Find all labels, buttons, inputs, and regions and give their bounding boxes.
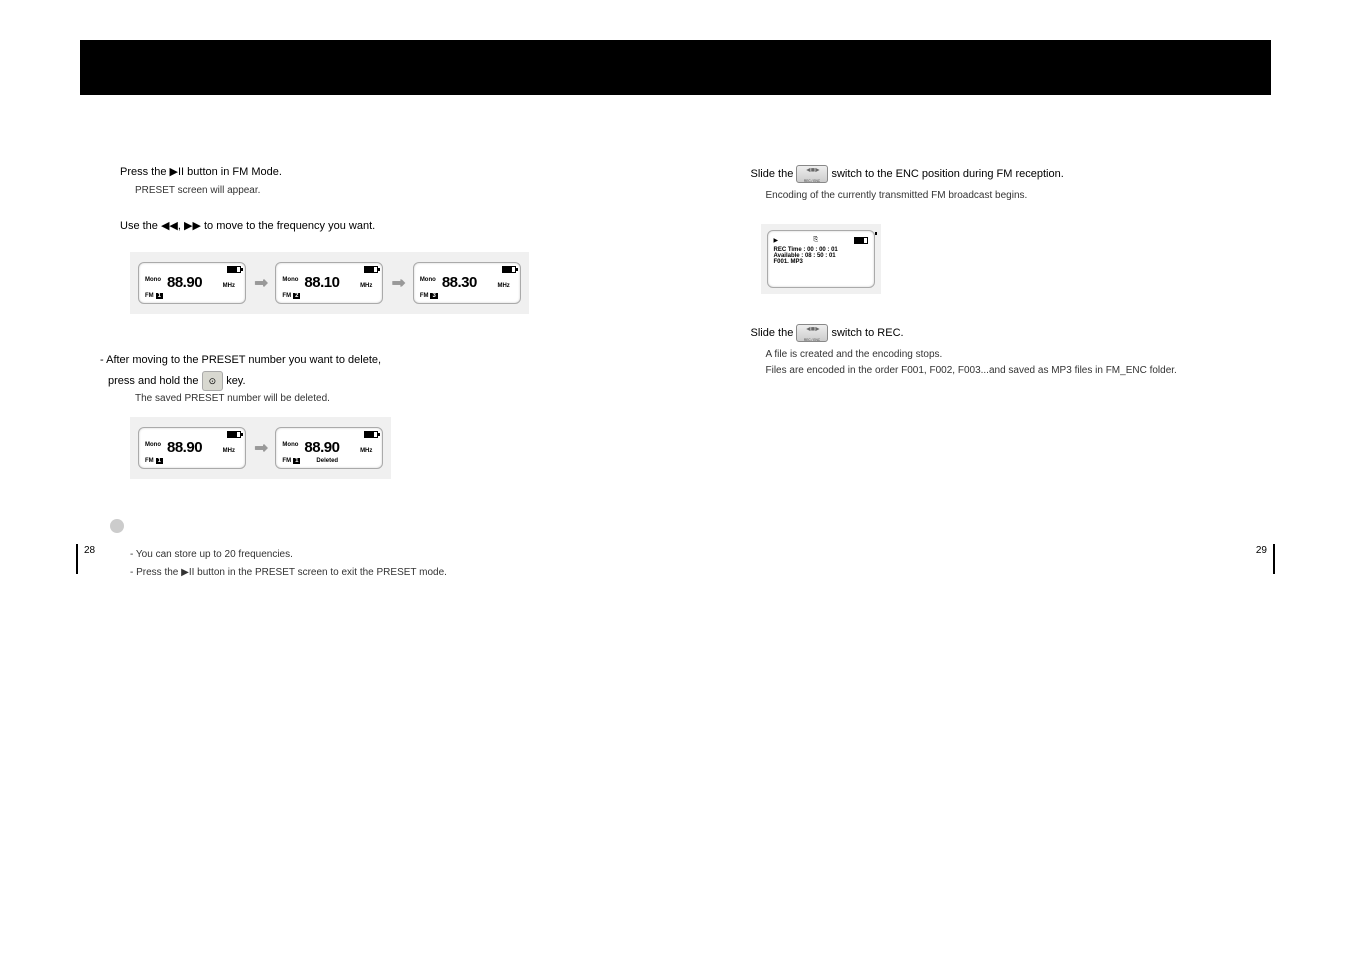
right-step-1-text: Slide the switch to the ENC position dur… (751, 165, 1272, 183)
lcd-frequency: 88.90 (167, 439, 202, 456)
lcd-mode: Mono (420, 277, 436, 283)
play-icon: ▶ (774, 237, 779, 244)
lcd-unit: MHz (360, 448, 372, 454)
right-step-2-text: Slide the switch to REC. (751, 324, 1272, 342)
lcd-frequency: 88.10 (304, 274, 339, 291)
lcd-rec-screen: ▶ ⎘ REC Time : 00 : 00 : 01 Available : … (767, 230, 875, 288)
arrow-right-icon: ➡ (254, 438, 267, 458)
lcd-mode: Mono (145, 277, 161, 283)
lcd-unit: MHz (223, 283, 235, 289)
delete-sub: The saved PRESET number will be deleted. (135, 391, 641, 407)
note-bullet-icon (110, 519, 124, 533)
lcd-deleted-text: Deleted (316, 458, 338, 464)
rec-enc-switch-icon (796, 165, 828, 183)
note-2: - Press the ▶II button in the PRESET scr… (130, 564, 641, 582)
battery-icon (364, 431, 378, 438)
right-step-2-sub1: A file is created and the encoding stops… (766, 347, 1272, 363)
right-step-1: Slide the switch to the ENC position dur… (711, 165, 1272, 204)
battery-icon (227, 266, 241, 273)
lcd-frequency: 88.90 (167, 274, 202, 291)
lcd-fm-preset: FM2 (282, 293, 300, 299)
right-step-2: Slide the switch to REC. A file is creat… (711, 324, 1272, 379)
lcd-unit: MHz (223, 448, 235, 454)
right-step-1-sub: Encoding of the currently transmitted FM… (766, 188, 1272, 204)
r-step2-b: switch to REC. (831, 327, 903, 339)
lcd-mode: Mono (282, 442, 298, 448)
page-number-right: 29 (1256, 544, 1275, 574)
two-column-layout: Press the ▶II button in FM Mode. PRESET … (80, 95, 1271, 582)
step-2-text: Use the ◀◀, ▶▶ to move to the frequency … (120, 219, 641, 232)
lcd-fm-preset: FM1 (145, 458, 163, 464)
note-1: - You can store up to 20 frequencies. (130, 546, 641, 564)
right-column: Slide the switch to the ENC position dur… (711, 165, 1272, 582)
lcd-frequency: 88.90 (304, 439, 339, 456)
preset-screens-row-1: Mono 88.90 MHz FM1 ➡ Mono 88.10 MHz FM2 … (130, 252, 529, 314)
battery-icon (364, 266, 378, 273)
step-2: Use the ◀◀, ▶▶ to move to the frequency … (80, 219, 641, 232)
lcd-screen: Mono 88.90 MHz FM1 (138, 427, 246, 469)
step-1-text: Press the ▶II button in FM Mode. (120, 165, 641, 178)
lcd-mode: Mono (145, 442, 161, 448)
lcd-screen: Mono 88.90 MHz FM1 (138, 262, 246, 304)
lcd-fm-preset: FM3 (420, 293, 438, 299)
step-1-sub: PRESET screen will appear. (135, 183, 641, 199)
lcd-screen: Mono 88.90 MHz FM1 Deleted (275, 427, 383, 469)
lcd-fm-preset: FM1 (145, 293, 163, 299)
lcd-screen: Mono 88.10 MHz FM2 (275, 262, 383, 304)
lcd-unit: MHz (497, 283, 509, 289)
battery-icon (502, 266, 516, 273)
page-content: Press the ▶II button in FM Mode. PRESET … (80, 40, 1271, 584)
arrow-right-icon: ➡ (391, 273, 404, 293)
delete-text-a: press and hold the (108, 375, 199, 387)
lcd-screen: Mono 88.30 MHz FM3 (413, 262, 521, 304)
r-step2-a: Slide the (751, 327, 794, 339)
lcd-unit: MHz (360, 283, 372, 289)
encoding-icon: ⎘ (813, 237, 818, 244)
battery-icon (227, 431, 241, 438)
lcd-fm-preset: FM1 (282, 458, 300, 464)
lcd-top-bar: ▶ ⎘ (774, 237, 868, 244)
delete-instruction-line1: - After moving to the PRESET number you … (100, 354, 641, 366)
lcd-mode: Mono (282, 277, 298, 283)
preset-screens-row-2: Mono 88.90 MHz FM1 ➡ Mono 88.90 MHz FM1 … (130, 417, 391, 479)
step-1: Press the ▶II button in FM Mode. PRESET … (80, 165, 641, 199)
rec-screen-row: ▶ ⎘ REC Time : 00 : 00 : 01 Available : … (761, 224, 881, 294)
delete-text-b: key. (226, 375, 245, 387)
battery-icon (854, 237, 868, 244)
rec-enc-switch-icon (796, 324, 828, 342)
home-key-icon: ⊙ (202, 371, 224, 391)
right-step-2-sub2: Files are encoded in the order F001, F00… (766, 363, 1272, 379)
page-number-left: 28 (76, 544, 95, 574)
r-step1-a: Slide the (751, 168, 794, 180)
delete-instruction-line2: press and hold the ⊙ key. (108, 371, 641, 391)
r-step1-b: switch to the ENC position during FM rec… (831, 168, 1063, 180)
header-band (80, 40, 1271, 95)
lcd-frequency: 88.30 (442, 274, 477, 291)
arrow-right-icon: ➡ (254, 273, 267, 293)
rec-filename: F001. MP3 (774, 259, 868, 265)
left-column: Press the ▶II button in FM Mode. PRESET … (80, 165, 641, 582)
